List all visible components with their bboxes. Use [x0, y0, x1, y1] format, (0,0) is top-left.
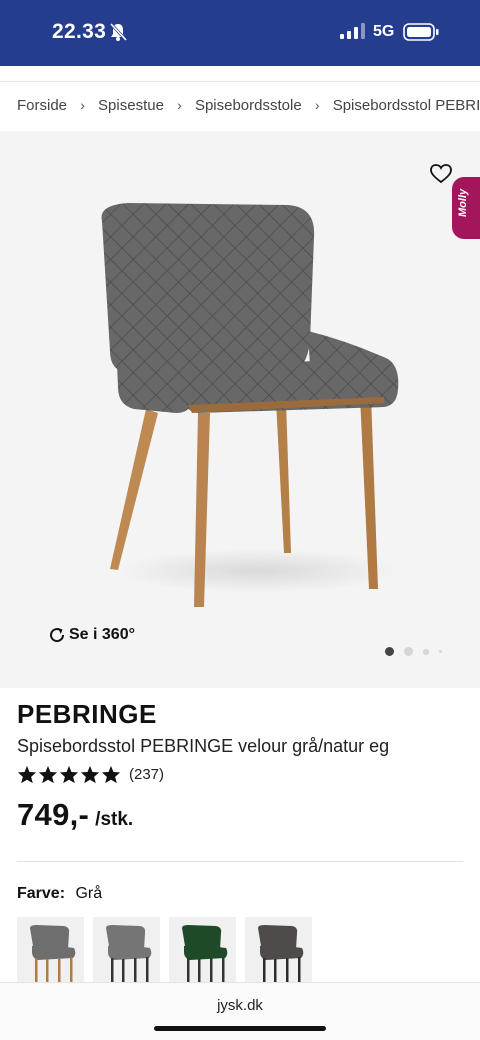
star-icon — [80, 765, 100, 784]
product-description: Spisebordsstol PEBRINGE velour grå/natur… — [17, 736, 390, 756]
chevron-right-icon: › — [80, 97, 85, 114]
status-bar: 22.33 5G — [0, 0, 480, 66]
price-value: 749,- — [17, 797, 90, 832]
chair-thumbnail — [106, 925, 152, 984]
chat-assistant-label: Molly — [457, 188, 469, 217]
breadcrumb-item-current: Spisebordsstol PEBRINGE velour grå/natur… — [332, 96, 480, 114]
chair-thumbnail — [258, 925, 304, 984]
color-swatches — [17, 917, 321, 984]
browser-url-bar[interactable]: jysk.dk — [0, 982, 480, 1040]
breadcrumb-item-spisestue[interactable]: Spisestue — [98, 97, 164, 114]
chat-assistant-tab[interactable]: Molly — [452, 177, 480, 239]
battery-icon — [403, 23, 439, 41]
breadcrumb-item-forside[interactable]: Forside — [17, 97, 67, 114]
chair-thumbnail — [182, 925, 228, 984]
color-selection: Farve: Grå — [17, 885, 102, 903]
breadcrumb: Forside › Spisestue › Spisebordsstole › … — [17, 96, 480, 118]
pagination-dot[interactable] — [423, 648, 429, 655]
pagination-dot[interactable] — [385, 647, 394, 656]
chair-thumbnail — [30, 925, 76, 984]
star-icon — [17, 765, 37, 784]
star-icon — [38, 765, 58, 784]
star-icon — [101, 765, 121, 784]
color-swatch-mørkegrå-sort[interactable] — [245, 917, 312, 984]
color-swatch-grå-natur[interactable] — [17, 917, 84, 984]
pagination-dot[interactable] — [404, 647, 413, 656]
view-360-button[interactable]: Se i 360° — [48, 626, 135, 644]
signal-icon — [340, 23, 365, 39]
rating-stars — [17, 765, 122, 784]
chevron-right-icon: › — [314, 97, 320, 114]
breadcrumb-item-spisebordsstole[interactable]: Spisebordsstole — [195, 97, 302, 114]
star-icon — [59, 765, 79, 784]
gallery-pagination — [385, 647, 442, 656]
network-type: 5G — [373, 23, 395, 40]
pagination-dot[interactable] — [439, 650, 442, 653]
divider — [17, 861, 463, 862]
header-strip — [0, 66, 480, 82]
color-swatch-grå-sort[interactable] — [93, 917, 160, 984]
heart-icon[interactable] — [430, 164, 452, 184]
price-unit: /stk. — [95, 809, 134, 830]
url-text: jysk.dk — [217, 997, 263, 1014]
chevron-right-icon: › — [177, 97, 182, 114]
color-swatch-grøn-sort[interactable] — [169, 917, 236, 984]
product-rating[interactable]: (237) — [17, 765, 164, 784]
color-value: Grå — [75, 885, 103, 902]
product-title: PEBRINGE — [17, 699, 157, 729]
rating-count: (237) — [129, 766, 165, 783]
bell-muted-icon — [109, 22, 127, 42]
color-label: Farve: — [17, 885, 66, 902]
view-360-label: Se i 360° — [69, 626, 135, 643]
product-price: 749,- /stk. — [17, 797, 133, 833]
product-gallery[interactable]: Molly Se i 360° — [0, 131, 480, 688]
home-indicator[interactable] — [154, 1026, 326, 1031]
status-time: 22.33 — [52, 20, 107, 43]
rotate-icon — [50, 628, 65, 643]
product-image — [101, 203, 399, 607]
